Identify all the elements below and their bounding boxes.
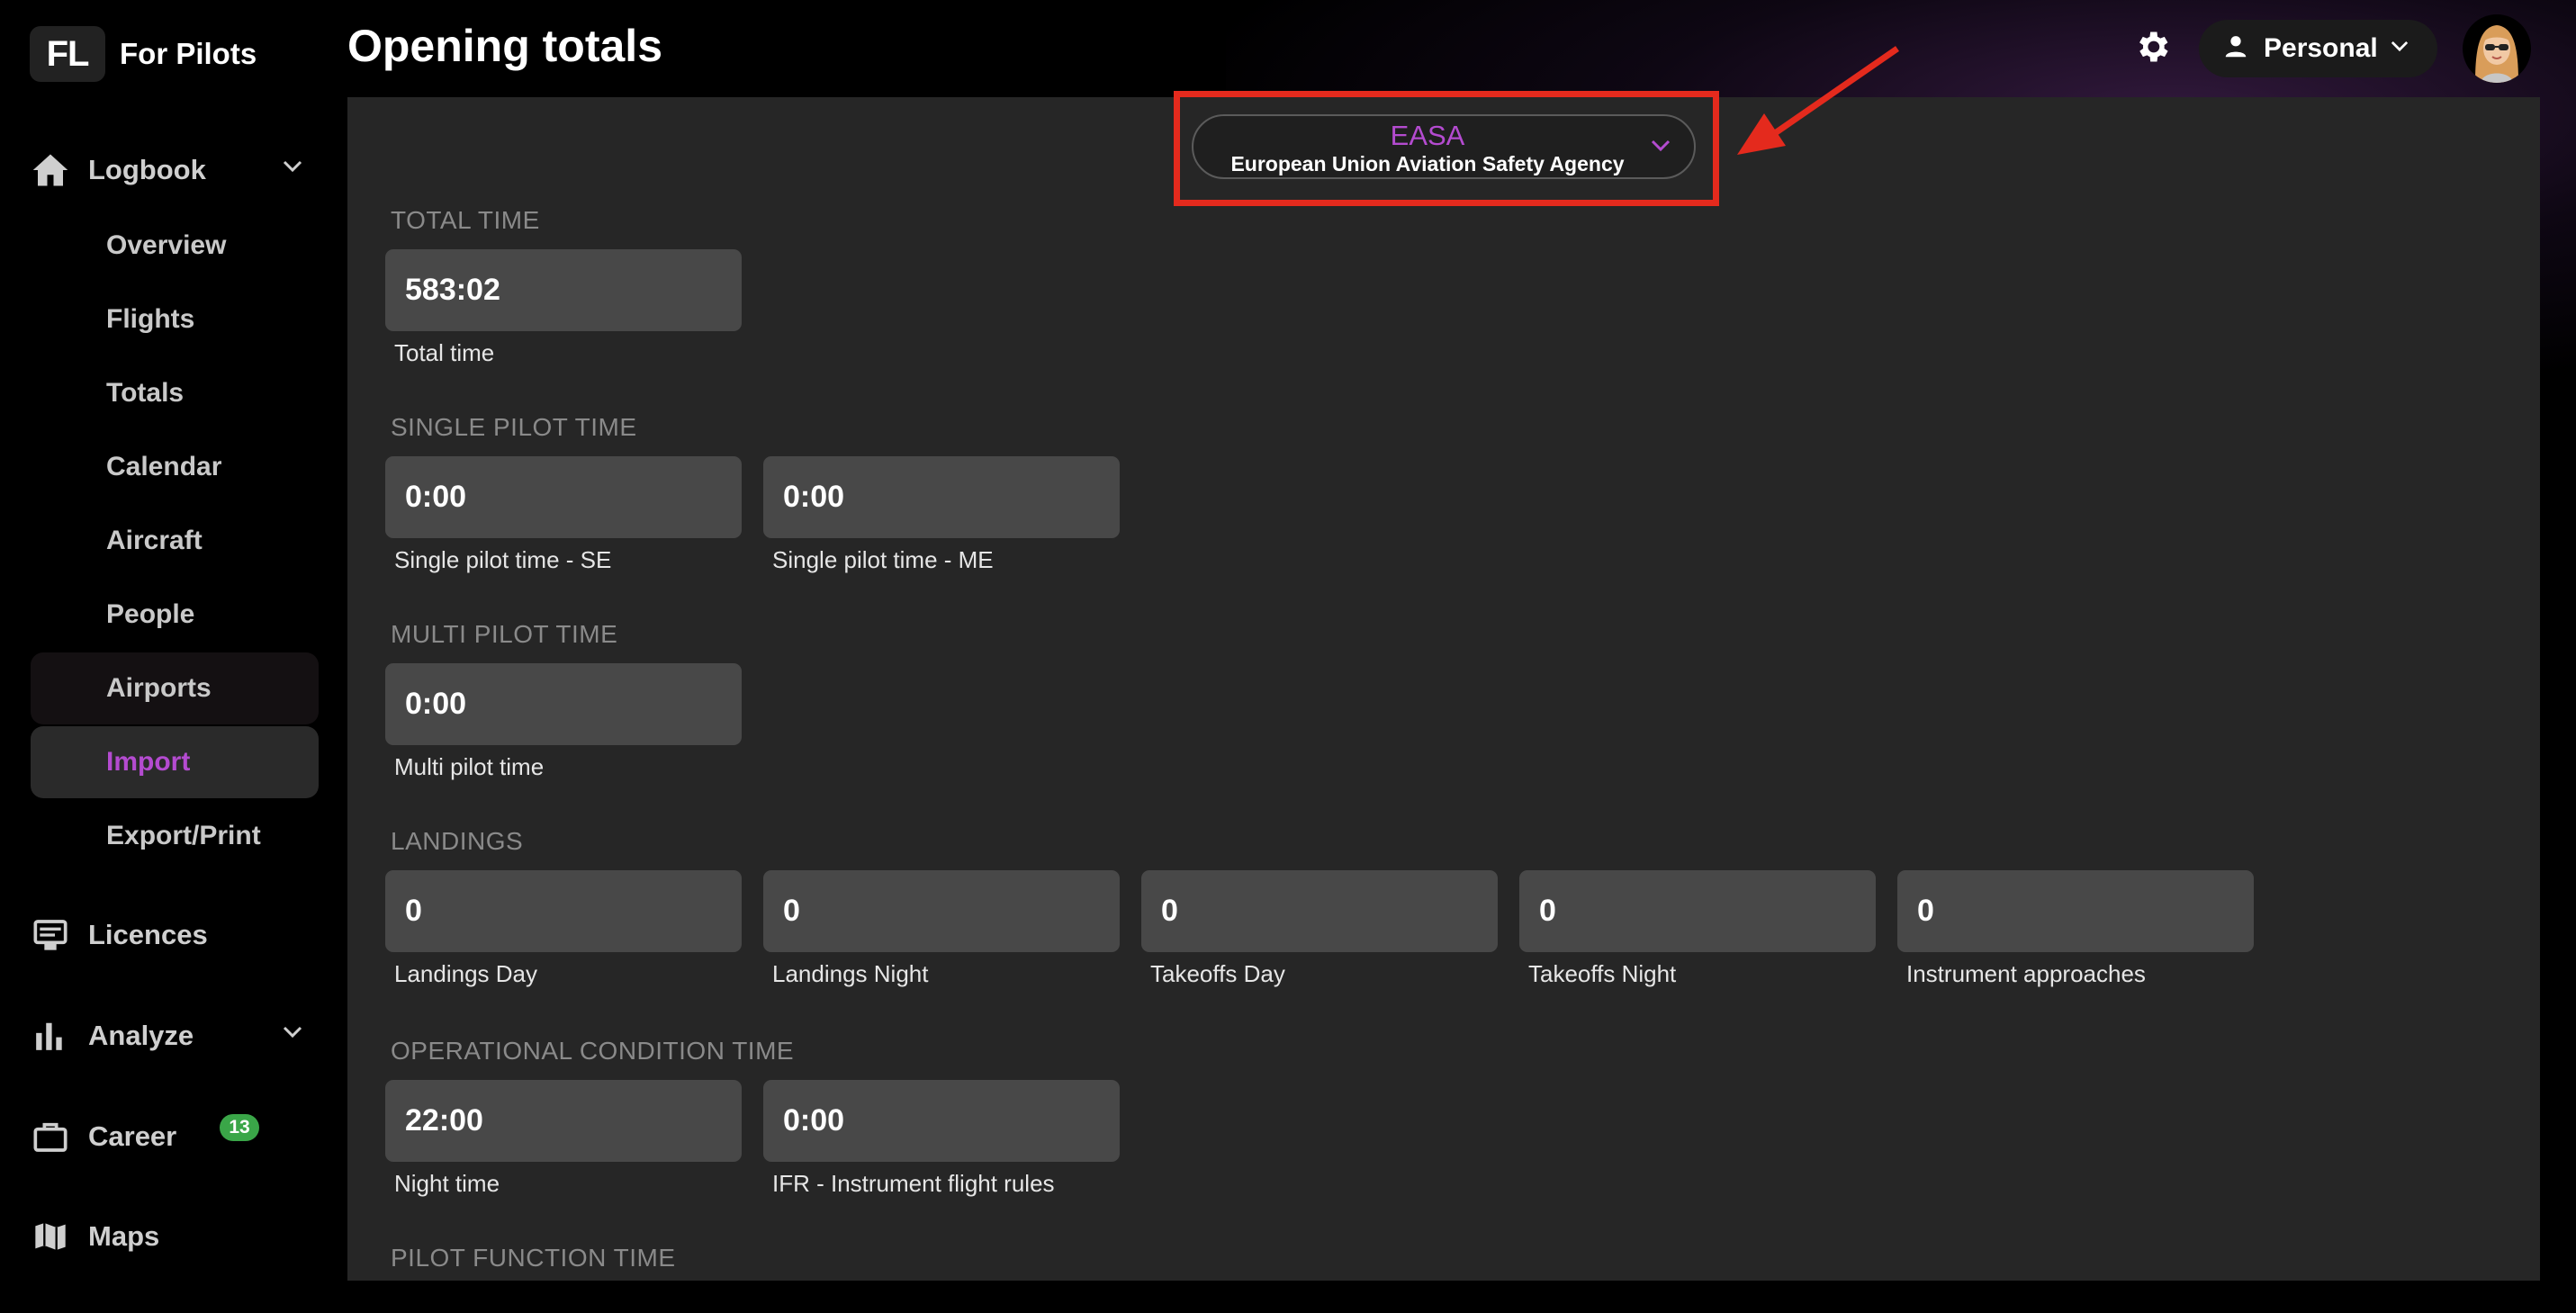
section-title-operational: OPERATIONAL CONDITION TIME bbox=[391, 1037, 795, 1065]
landings-day-input[interactable]: 0 bbox=[385, 870, 742, 952]
field-value: 0 bbox=[1161, 894, 1178, 928]
sidebar-group-logbook[interactable]: Logbook bbox=[31, 133, 319, 207]
field-value: 0:00 bbox=[405, 687, 467, 721]
takeoffs-day-input[interactable]: 0 bbox=[1141, 870, 1498, 952]
sidebar-item-licences[interactable]: Licences bbox=[31, 898, 319, 972]
field-value: 0:00 bbox=[783, 480, 845, 514]
ifr-time-input[interactable]: 0:00 bbox=[763, 1080, 1120, 1162]
sidebar-item-airports[interactable]: Airports bbox=[31, 652, 319, 724]
sidebar-item-label: Export/Print bbox=[106, 821, 261, 850]
sidebar-item-label: Flights bbox=[106, 304, 195, 334]
total-time-input[interactable]: 583:02 bbox=[385, 249, 742, 331]
section-title-single-pilot: SINGLE PILOT TIME bbox=[391, 413, 637, 441]
authority-code: EASA bbox=[1390, 120, 1465, 151]
sidebar-group-analyze[interactable]: Analyze bbox=[31, 999, 319, 1073]
sidebar-item-overview[interactable]: Overview bbox=[31, 210, 319, 282]
profile-selector[interactable]: Personal bbox=[2199, 20, 2437, 77]
field-label: Landings Day bbox=[394, 960, 537, 987]
briefcase-icon bbox=[31, 1117, 70, 1156]
section-title-multi-pilot: MULTI PILOT TIME bbox=[391, 620, 618, 648]
sidebar-item-label: People bbox=[106, 599, 195, 629]
section-title-total-time: TOTAL TIME bbox=[391, 206, 540, 234]
field-value: 0 bbox=[405, 894, 422, 928]
field-label: Total time bbox=[394, 339, 495, 366]
sidebar-item-label: Airports bbox=[106, 673, 212, 703]
home-icon bbox=[31, 150, 70, 190]
brand-name: For Pilots bbox=[120, 37, 257, 70]
multi-pilot-input[interactable]: 0:00 bbox=[385, 663, 742, 745]
night-time-input[interactable]: 22:00 bbox=[385, 1080, 742, 1162]
sidebar-item-export-print[interactable]: Export/Print bbox=[31, 800, 319, 872]
licence-card-icon bbox=[31, 915, 70, 955]
gear-icon bbox=[2132, 27, 2172, 71]
sidebar-item-label: Aircraft bbox=[106, 526, 203, 555]
section-title-pilot-function: PILOT FUNCTION TIME bbox=[391, 1244, 676, 1272]
sidebar-item-maps[interactable]: Maps bbox=[31, 1200, 319, 1273]
field-label: Takeoffs Night bbox=[1528, 960, 1677, 987]
field-value: 0 bbox=[1917, 894, 1934, 928]
field-value: 0:00 bbox=[783, 1103, 845, 1138]
person-icon bbox=[2222, 33, 2249, 65]
sidebar-item-career[interactable]: Career 13 bbox=[31, 1100, 319, 1174]
sidebar-item-people[interactable]: People bbox=[31, 579, 319, 651]
field-value: 22:00 bbox=[405, 1103, 483, 1138]
field-value: 583:02 bbox=[405, 273, 500, 307]
field-label: Night time bbox=[394, 1170, 500, 1197]
annotation-arrow-icon bbox=[1737, 46, 1899, 155]
single-pilot-se-input[interactable]: 0:00 bbox=[385, 456, 742, 538]
sidebar-item-label: Calendar bbox=[106, 452, 222, 481]
sidebar: FL For Pilots Logbook Overview Flights T… bbox=[0, 0, 347, 1313]
page-title: Opening totals bbox=[347, 21, 662, 71]
avatar[interactable] bbox=[2463, 14, 2531, 83]
bar-chart-icon bbox=[31, 1016, 70, 1056]
sidebar-item-flights[interactable]: Flights bbox=[31, 283, 319, 355]
career-count-badge: 13 bbox=[220, 1114, 259, 1141]
section-title-landings: LANDINGS bbox=[391, 827, 524, 855]
sidebar-item-label: Import bbox=[106, 747, 191, 777]
chevron-down-icon bbox=[283, 1026, 302, 1043]
field-value: 0:00 bbox=[405, 480, 467, 514]
field-label: IFR - Instrument flight rules bbox=[772, 1170, 1055, 1197]
sidebar-group-label: Logbook bbox=[88, 154, 206, 185]
chevron-down-icon bbox=[1651, 139, 1671, 157]
sidebar-item-label: Totals bbox=[106, 378, 185, 408]
map-icon bbox=[31, 1217, 70, 1256]
takeoffs-night-input[interactable]: 0 bbox=[1519, 870, 1876, 952]
brand-logo: FL bbox=[30, 26, 105, 82]
profile-label: Personal bbox=[2264, 33, 2378, 63]
sidebar-item-calendar[interactable]: Calendar bbox=[31, 431, 319, 503]
sidebar-group-label: Maps bbox=[88, 1220, 160, 1252]
sidebar-item-totals[interactable]: Totals bbox=[31, 357, 319, 429]
sidebar-item-import[interactable]: Import bbox=[31, 726, 319, 798]
sidebar-group-label: Career bbox=[88, 1120, 177, 1152]
field-label: Takeoffs Day bbox=[1150, 960, 1285, 987]
landings-night-input[interactable]: 0 bbox=[763, 870, 1120, 952]
authority-dropdown[interactable]: EASA European Union Aviation Safety Agen… bbox=[1192, 114, 1696, 179]
field-value: 0 bbox=[783, 894, 800, 928]
brand[interactable]: FL For Pilots bbox=[30, 26, 257, 82]
chevron-down-icon bbox=[283, 160, 302, 177]
sidebar-item-label: Overview bbox=[106, 230, 227, 260]
single-pilot-me-input[interactable]: 0:00 bbox=[763, 456, 1120, 538]
field-label: Multi pilot time bbox=[394, 753, 545, 780]
field-label: Landings Night bbox=[772, 960, 929, 987]
field-label: Single pilot time - ME bbox=[772, 546, 994, 573]
app-root: FL For Pilots Logbook Overview Flights T… bbox=[0, 0, 2576, 1313]
sidebar-group-label: Licences bbox=[88, 919, 208, 950]
settings-button[interactable] bbox=[2127, 23, 2177, 74]
sidebar-item-aircraft[interactable]: Aircraft bbox=[31, 505, 319, 577]
authority-name: European Union Aviation Safety Agency bbox=[1230, 152, 1625, 175]
field-label: Instrument approaches bbox=[1906, 960, 2146, 987]
field-value: 0 bbox=[1539, 894, 1556, 928]
field-label: Single pilot time - SE bbox=[394, 546, 612, 573]
sidebar-group-label: Analyze bbox=[88, 1020, 194, 1051]
chevron-down-icon bbox=[2391, 40, 2409, 57]
instrument-approaches-input[interactable]: 0 bbox=[1897, 870, 2254, 952]
